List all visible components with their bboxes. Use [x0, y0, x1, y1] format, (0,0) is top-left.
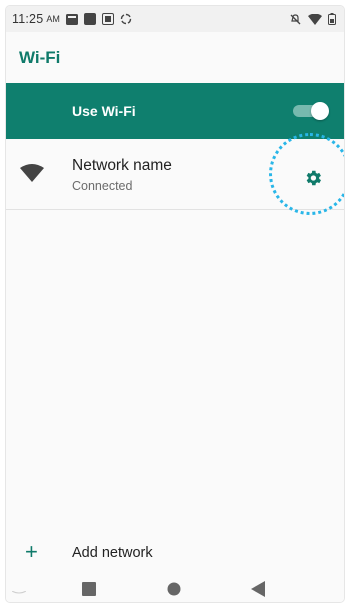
status-bar-right	[289, 13, 336, 25]
page-title: Wi-Fi	[19, 47, 61, 67]
home-button[interactable]	[167, 582, 181, 601]
use-wifi-row[interactable]: Use Wi-Fi	[6, 83, 344, 139]
status-bar-left: 11:25 AM	[12, 12, 132, 26]
app-bar: Wi-Fi	[6, 32, 344, 83]
wifi-signal-icon	[308, 13, 322, 25]
battery-icon	[328, 13, 336, 25]
status-bar: 11:25 AM	[6, 6, 344, 32]
use-wifi-label: Use Wi-Fi	[72, 103, 136, 119]
back-button[interactable]	[251, 581, 265, 602]
image-icon	[83, 13, 96, 25]
plus-icon: +	[25, 539, 38, 564]
notification-square-icon	[65, 13, 78, 25]
nav-hint-icon	[11, 582, 27, 594]
network-status: Connected	[72, 179, 133, 193]
phone-screen: 11:25 AM Wi-Fi Use Wi-Fi Network name Co…	[6, 6, 344, 602]
mute-icon	[289, 13, 302, 25]
sim-icon	[101, 13, 114, 25]
use-wifi-toggle[interactable]	[293, 102, 329, 120]
navigation-bar	[6, 572, 344, 602]
toggle-knob	[311, 102, 329, 120]
recents-button[interactable]	[82, 582, 96, 601]
add-network-label: Add network	[72, 545, 153, 561]
network-row[interactable]: Network name Connected	[6, 133, 344, 215]
status-time: 11:25	[12, 12, 44, 26]
status-ampm: AM	[46, 14, 60, 24]
gear-icon[interactable]	[303, 168, 323, 193]
network-name: Network name	[72, 157, 172, 174]
add-network-row[interactable]: + Add network	[6, 540, 344, 568]
wifi-icon	[20, 164, 44, 187]
sync-icon	[120, 13, 132, 25]
